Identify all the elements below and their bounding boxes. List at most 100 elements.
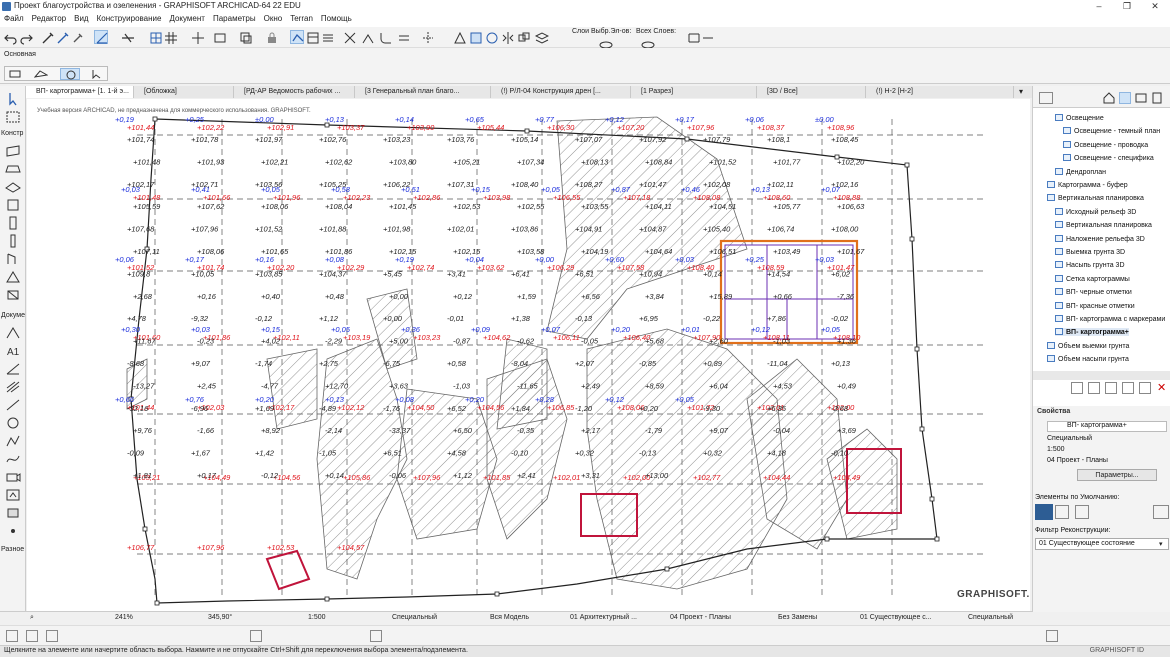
slab-tool-icon[interactable] (5, 180, 21, 194)
dimension-tool-icon[interactable] (5, 326, 21, 340)
fillet-icon[interactable] (378, 30, 392, 44)
snap-guides-icon[interactable] (94, 30, 108, 44)
trace-icon[interactable] (290, 30, 304, 44)
menu-terran[interactable]: Terran (286, 13, 317, 23)
layers-dialog-icon[interactable] (534, 30, 550, 44)
nav-item[interactable]: Освещение - проводка (1063, 140, 1148, 149)
nav-item[interactable]: ВП- черные отметки (1055, 288, 1132, 296)
redo-icon[interactable] (18, 30, 33, 45)
line-tool-icon[interactable] (5, 398, 21, 412)
railing-tool-icon[interactable] (5, 252, 21, 266)
tab-cover[interactable]: [Обложка] (134, 86, 234, 98)
nav-item[interactable]: Выемка грунта 3D (1055, 248, 1125, 256)
single-select-icon[interactable] (8, 69, 22, 79)
project-map-icon[interactable] (1103, 92, 1115, 104)
wall-tool-icon[interactable] (5, 144, 21, 158)
layer-combo-quick[interactable]: 01 Архитектурный ... (570, 614, 637, 621)
nav-item[interactable]: Сетка картограммы (1055, 274, 1130, 283)
3d-view-icon[interactable] (6, 630, 18, 642)
menu-design[interactable]: Конструирование (93, 13, 166, 23)
grid-icon[interactable] (163, 30, 177, 44)
menu-file[interactable]: Файл (0, 13, 28, 23)
close-button[interactable]: ✕ (1141, 0, 1169, 13)
nav-item[interactable]: Освещение (1055, 114, 1104, 122)
object-tool-icon[interactable] (5, 288, 21, 302)
guide-lines-icon[interactable] (120, 30, 134, 44)
teamwork-icon[interactable] (1046, 630, 1058, 642)
suspend-groups-icon[interactable] (212, 30, 226, 44)
camera-view-icon[interactable] (370, 630, 382, 642)
nav-item[interactable]: Вертикальная планировка (1047, 194, 1144, 202)
group-icon[interactable] (238, 30, 252, 44)
spline-tool-icon[interactable] (5, 452, 21, 466)
polyline-tool-icon[interactable] (5, 434, 21, 448)
undo-icon[interactable] (3, 30, 17, 45)
marquee-area-icon[interactable] (250, 630, 262, 642)
arrow-select-tool-icon[interactable] (5, 92, 21, 106)
cut-icon[interactable] (342, 30, 356, 44)
structure-display[interactable]: Специальный (392, 614, 437, 621)
menu-options[interactable]: Параметры (209, 13, 260, 23)
camera-tool-icon[interactable] (5, 470, 21, 484)
zoom-out-icon[interactable]: ⌕ (30, 614, 34, 622)
nav-item[interactable]: Объем насыпи грунта (1047, 355, 1129, 363)
arrow-tool-icon[interactable] (90, 69, 104, 80)
layers-selection-eye-icon[interactable] (598, 37, 613, 49)
graphic-override[interactable]: Без Замены (778, 614, 817, 621)
all-layers-eye-icon[interactable] (640, 37, 655, 49)
section-view-icon[interactable] (46, 630, 58, 642)
nav-item[interactable]: Исходный рельеф 3D (1055, 207, 1136, 216)
nav-item[interactable]: ВП- красные отметки (1055, 301, 1135, 310)
arc-tool-icon[interactable] (5, 416, 21, 430)
beam-tool-icon[interactable] (5, 216, 21, 230)
nav-item[interactable]: Вертикальная планировка (1055, 221, 1152, 229)
menu-edit[interactable]: Редактор (28, 13, 70, 23)
renovation-filter-quick[interactable]: 01 Существующее с... (860, 614, 932, 621)
layout-book-icon[interactable] (1135, 92, 1147, 104)
drawing-canvas[interactable]: Учебная версия ARCHICAD, не предназначен… (27, 99, 1030, 611)
axes-icon[interactable] (190, 30, 204, 44)
nav-settings-icon[interactable] (1139, 382, 1151, 394)
rotate-icon[interactable] (484, 30, 498, 44)
tab-3d-all[interactable]: [3D / Все] (757, 86, 866, 98)
nav-item[interactable]: Освещение - темный план (1063, 127, 1160, 135)
tab-rl04-drain[interactable]: (!) Р/Л-04 Конструкция дрен [... (491, 86, 631, 98)
nav-folder-icon[interactable] (1105, 382, 1117, 394)
grid-snap-icon[interactable] (148, 30, 162, 44)
marquee-tool-icon[interactable] (5, 110, 21, 124)
navigator-settings-icon[interactable] (1039, 92, 1053, 104)
tab-n2[interactable]: (!) Н-2 [Н-2] (866, 86, 1014, 98)
default-transfer-icon[interactable] (1075, 505, 1089, 519)
default-favorite-icon[interactable] (1035, 504, 1053, 520)
menu-window[interactable]: Окно (260, 13, 287, 23)
nav-item[interactable]: ВП- картограмма с маркерами (1055, 315, 1165, 323)
zoom-level[interactable]: 241% (115, 614, 133, 621)
split-icon[interactable] (420, 30, 434, 44)
multiply-icon[interactable] (516, 30, 530, 44)
roof-tool-icon[interactable] (5, 198, 21, 212)
minimize-button[interactable]: – (1085, 0, 1113, 13)
orientation-angle[interactable]: 345,90° (208, 614, 232, 621)
view-map-icon[interactable] (1119, 92, 1131, 104)
nav-save-view-icon[interactable] (1088, 382, 1100, 394)
maximize-button[interactable]: ❐ (1113, 0, 1141, 13)
stair-tool-icon[interactable] (5, 234, 21, 248)
tab-section-1[interactable]: [1 Разрез] (631, 86, 757, 98)
mirror-icon[interactable] (500, 30, 514, 44)
marquee-select-icon[interactable] (60, 68, 80, 80)
floor-plan-icon[interactable] (26, 630, 38, 642)
offset-icon[interactable] (396, 30, 410, 44)
drag-icon[interactable] (468, 30, 482, 44)
lock-icon[interactable] (264, 30, 278, 44)
show-all-icon[interactable] (320, 30, 334, 44)
menu-document[interactable]: Документ (165, 13, 209, 23)
tabs-dropdown-icon[interactable]: ▾ (1019, 87, 1023, 96)
figure-tool-icon[interactable] (5, 506, 21, 520)
inject-icon[interactable] (55, 30, 69, 44)
publisher-icon[interactable] (1151, 92, 1163, 104)
wireframe-icon[interactable] (686, 30, 700, 44)
menu-help[interactable]: Помощь (317, 13, 356, 23)
nav-new-view-icon[interactable] (1071, 382, 1083, 394)
nav-item[interactable]: Наложение рельефа 3D (1055, 234, 1145, 243)
menu-view[interactable]: Вид (70, 13, 92, 23)
